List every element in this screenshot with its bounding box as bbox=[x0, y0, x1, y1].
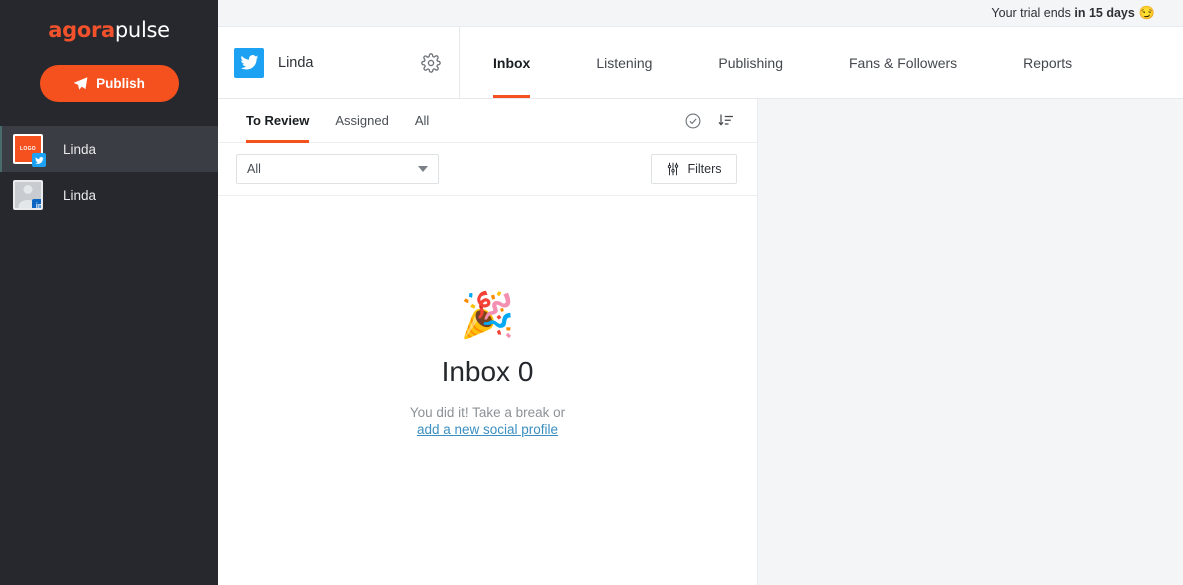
inbox-action-icons bbox=[683, 111, 737, 131]
tab-listening[interactable]: Listening bbox=[563, 27, 685, 98]
profile-list: LOGO Linda in Linda bbox=[0, 126, 218, 218]
trial-text: Your trial ends in 15 days 😏 bbox=[991, 5, 1155, 21]
inbox-scope-select[interactable]: All bbox=[236, 154, 439, 184]
avatar: in bbox=[13, 180, 43, 210]
sliders-icon bbox=[666, 162, 680, 176]
main-tabs: Inbox Listening Publishing Fans & Follow… bbox=[460, 27, 1183, 98]
subtab-label: Assigned bbox=[335, 113, 389, 128]
publish-button[interactable]: Publish bbox=[39, 65, 179, 102]
sidebar-profile-linkedin[interactable]: in Linda bbox=[0, 172, 218, 218]
current-profile-block[interactable]: Linda bbox=[218, 27, 460, 98]
linkedin-badge-icon: in bbox=[32, 199, 43, 210]
linkedin-badge-text: in bbox=[35, 202, 43, 210]
tab-label: Fans & Followers bbox=[849, 54, 958, 71]
inbox-empty-state: 🎉 Inbox 0 You did it! Take a break or ad… bbox=[218, 196, 757, 585]
app-logo[interactable]: agorapulse bbox=[0, 0, 218, 60]
inbox-subtabs: To Review Assigned All bbox=[218, 99, 757, 143]
twitter-icon bbox=[234, 47, 264, 78]
tab-fans-followers[interactable]: Fans & Followers bbox=[816, 27, 990, 98]
tab-label: Listening bbox=[596, 54, 653, 71]
sidebar-profile-label: Linda bbox=[63, 141, 97, 157]
avatar-person-icon bbox=[23, 185, 33, 194]
publish-button-container: Publish bbox=[0, 65, 218, 102]
logo-agora-text: agora bbox=[48, 18, 115, 42]
add-social-profile-link[interactable]: add a new social profile bbox=[417, 422, 558, 437]
trial-prefix: Your trial ends bbox=[991, 6, 1075, 20]
publish-button-label: Publish bbox=[96, 76, 145, 91]
avatar: LOGO bbox=[13, 134, 46, 167]
chevron-down-icon bbox=[418, 166, 428, 172]
main-region: Your trial ends in 15 days 😏 Linda Inbox… bbox=[218, 0, 1183, 585]
subtab-assigned[interactable]: Assigned bbox=[335, 99, 388, 143]
empty-state-subtitle: You did it! Take a break or bbox=[409, 405, 566, 420]
trial-banner: Your trial ends in 15 days 😏 bbox=[218, 0, 1183, 27]
subtab-label: All bbox=[414, 113, 430, 128]
inbox-scope-value: All bbox=[247, 162, 261, 176]
twitter-badge-icon bbox=[32, 153, 46, 167]
sidebar-profile-twitter[interactable]: LOGO Linda bbox=[0, 126, 218, 172]
gear-icon[interactable] bbox=[419, 51, 443, 75]
paper-plane-icon bbox=[73, 76, 88, 91]
subtab-to-review[interactable]: To Review bbox=[246, 99, 310, 143]
sidebar-profile-label: Linda bbox=[63, 187, 97, 203]
header-bar: Linda Inbox Listening Publishing Fans & … bbox=[218, 27, 1183, 99]
tab-label: Reports bbox=[1023, 54, 1073, 71]
tab-label: Inbox bbox=[493, 54, 531, 71]
avatar-logo-text: LOGO bbox=[20, 146, 36, 152]
sort-descending-icon[interactable] bbox=[717, 111, 737, 131]
tab-reports[interactable]: Reports bbox=[990, 27, 1105, 98]
inbox-panel: To Review Assigned All All Filters 🎉 Inb… bbox=[218, 99, 758, 585]
tab-inbox[interactable]: Inbox bbox=[460, 27, 563, 98]
current-profile-name: Linda bbox=[278, 54, 314, 71]
trial-emphasis: in 15 days bbox=[1074, 6, 1135, 20]
inbox-filter-row: All Filters bbox=[218, 143, 757, 196]
app-root: agorapulse Publish LOGO Linda in Linda Y… bbox=[0, 0, 1183, 585]
smirk-face-icon: 😏 bbox=[1138, 5, 1155, 20]
filters-button-label: Filters bbox=[687, 162, 722, 176]
logo-pulse-text: pulse bbox=[114, 18, 170, 42]
subtab-all[interactable]: All bbox=[415, 99, 429, 143]
subtab-label: To Review bbox=[246, 113, 310, 128]
check-circle-icon[interactable] bbox=[683, 111, 703, 131]
tab-label: Publishing bbox=[718, 54, 783, 71]
party-popper-icon: 🎉 bbox=[460, 291, 515, 340]
sidebar: agorapulse Publish LOGO Linda in Linda bbox=[0, 0, 218, 585]
empty-state-title: Inbox 0 bbox=[441, 356, 534, 387]
filters-button[interactable]: Filters bbox=[651, 154, 737, 184]
tab-publishing[interactable]: Publishing bbox=[685, 27, 816, 98]
